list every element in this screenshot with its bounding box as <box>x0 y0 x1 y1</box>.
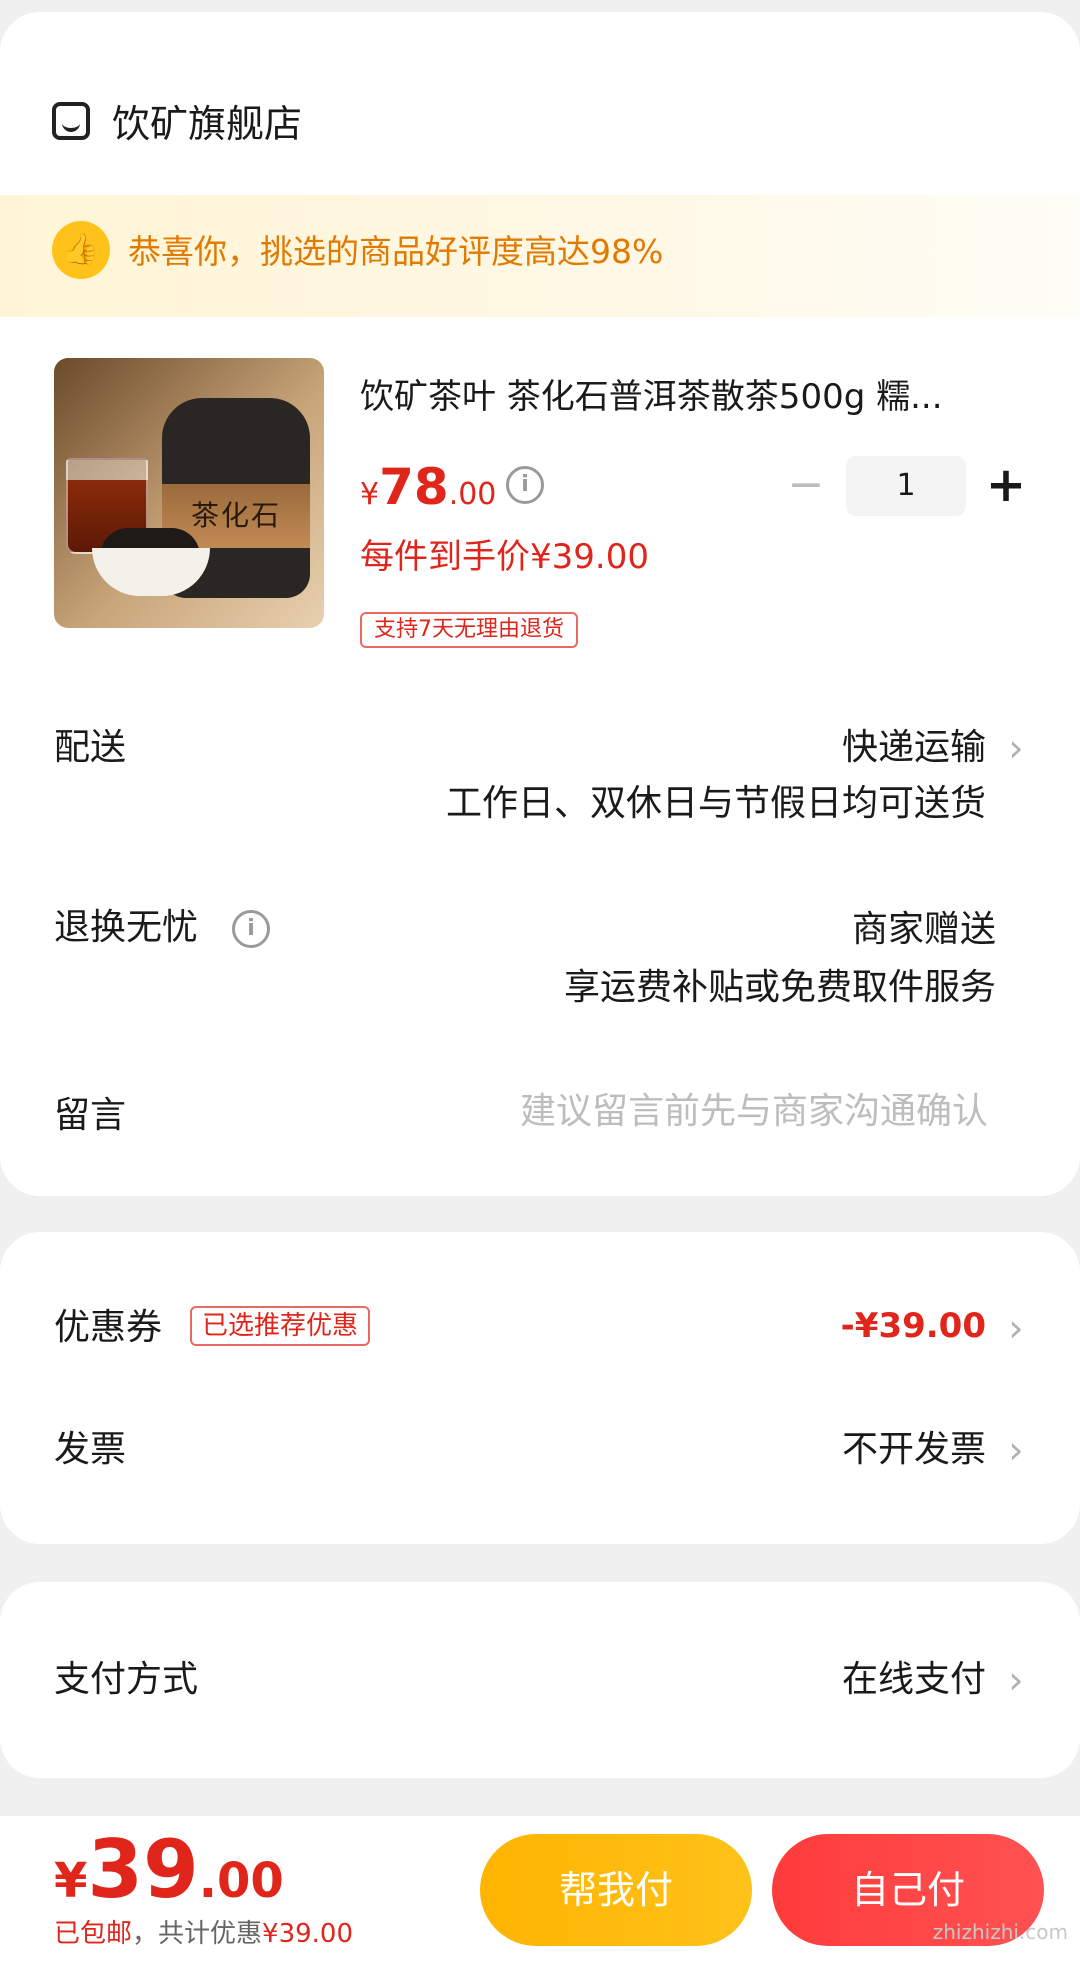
banner-text: 恭喜你，挑选的商品好评度高达98% <box>128 232 664 271</box>
payment-chevron-icon[interactable]: › <box>1004 1656 1028 1704</box>
payment-label: 支付方式 <box>54 1659 199 1700</box>
coupon-chevron-icon[interactable]: › <box>1004 1304 1028 1352</box>
invoice-label: 发票 <box>54 1429 127 1470</box>
help-pay-button[interactable]: 帮我付 <box>480 1834 752 1946</box>
return-policy-tag: 支持7天无理由退货 <box>360 612 578 648</box>
message-label: 留言 <box>54 1095 127 1136</box>
checkout-bar: ¥39.00 已包邮，共计优惠¥39.00 帮我付 自己付 <box>0 1816 1080 1964</box>
discount-total: ¥39.00 <box>262 1919 354 1949</box>
coupon-label: 优惠券 <box>54 1307 163 1348</box>
final-price: 每件到手价¥39.00 <box>360 537 649 577</box>
delivery-note: 工作日、双休日与节假日均可送货 <box>445 783 986 824</box>
payment-card: 支付方式 在线支付 › <box>0 1582 1080 1778</box>
total-decimal: .00 <box>198 1853 284 1909</box>
delivery-label: 配送 <box>54 727 127 768</box>
total-integer: 39 <box>87 1823 199 1916</box>
product-title[interactable]: 饮矿茶叶 茶化石普洱茶散茶500g 糯... <box>360 374 1020 420</box>
store-name[interactable]: 饮矿旗舰店 <box>112 100 302 148</box>
return-service-note: 享运费补贴或免费取件服务 <box>563 967 996 1008</box>
product-price: ¥78.00 <box>360 458 496 516</box>
return-service-label: 退换无忧 <box>54 907 199 948</box>
delivery-value[interactable]: 快递运输 <box>842 724 986 772</box>
payment-value[interactable]: 在线支付 <box>842 1656 986 1704</box>
discount-prefix: ，共计优惠 <box>132 1919 263 1949</box>
product-image[interactable]: 茶化石 <box>54 358 324 628</box>
quantity-decrease-button[interactable]: − <box>786 458 826 514</box>
coupon-badge: 已选推荐优惠 <box>190 1306 371 1346</box>
invoice-chevron-icon[interactable]: › <box>1004 1426 1028 1474</box>
coupon-value[interactable]: -¥39.00 <box>841 1302 986 1350</box>
shipping-status: 已包邮 <box>54 1919 133 1949</box>
price-integer: 78 <box>379 458 449 516</box>
return-service-value: 商家赠送 <box>851 909 996 950</box>
price-symbol: ¥ <box>360 477 380 512</box>
total-summary: 已包邮，共计优惠¥39.00 <box>54 1916 353 1952</box>
total-symbol: ¥ <box>54 1853 88 1909</box>
thumbs-up-icon: 👍 <box>52 221 110 279</box>
delivery-chevron-icon[interactable]: › <box>1004 724 1028 772</box>
price-decimal: .00 <box>448 477 497 512</box>
watermark: zhizhizhi.com <box>932 1920 1068 1944</box>
quantity-field[interactable]: 1 <box>846 456 966 516</box>
return-info-icon[interactable]: i <box>232 910 270 948</box>
invoice-value[interactable]: 不开发票 <box>842 1426 986 1474</box>
store-icon <box>52 102 90 140</box>
price-info-icon[interactable]: i <box>506 466 544 504</box>
order-card: 饮矿旗舰店 👍 恭喜你，挑选的商品好评度高达98% 茶化石 饮矿茶叶 茶化石普洱… <box>0 12 1080 1196</box>
praise-banner: 👍 恭喜你，挑选的商品好评度高达98% <box>0 195 1080 317</box>
message-input[interactable] <box>428 1088 988 1136</box>
discount-card: 优惠券 已选推荐优惠 -¥39.00 › 发票 不开发票 › <box>0 1232 1080 1544</box>
quantity-increase-button[interactable]: + <box>984 456 1028 516</box>
